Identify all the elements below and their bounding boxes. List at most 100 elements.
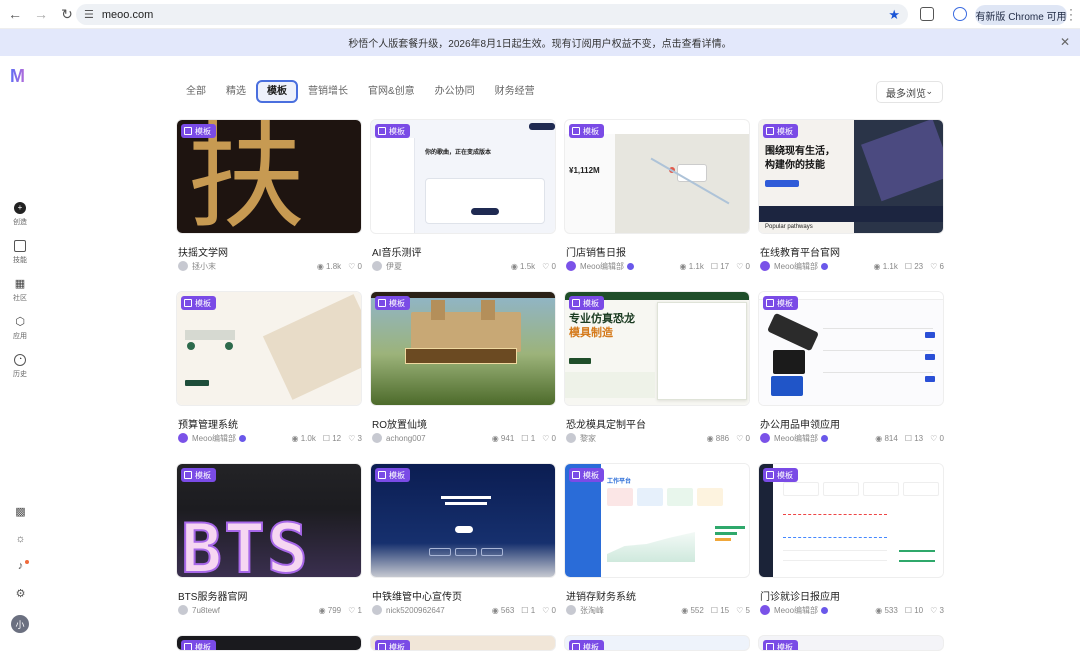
meoo-logo[interactable]: M (10, 66, 32, 86)
like-count[interactable]: ♡ 0 (348, 262, 362, 271)
card-thumbnail[interactable]: 模板 (370, 291, 556, 406)
sidebar-item-skill[interactable]: 技能 (0, 240, 40, 265)
history-icon: ◔ (14, 354, 26, 366)
view-count: ◉ 799 (318, 605, 342, 615)
tab-finance[interactable]: 财务经营 (485, 80, 545, 103)
author-name[interactable]: 7u8tewf (192, 606, 220, 615)
settings-gear-icon[interactable]: ⚙ (14, 588, 27, 601)
author-avatar[interactable] (178, 433, 188, 443)
tab-website-creative[interactable]: 官网&创意 (358, 80, 425, 103)
author-name[interactable]: Meoo编辑部 (774, 433, 818, 444)
author-name[interactable]: 黎家 (580, 433, 596, 444)
author-avatar[interactable] (760, 261, 770, 271)
sidebar-item-history[interactable]: ◔ 历史 (0, 354, 40, 379)
card-thumbnail[interactable]: 围绕现有生活， 构建你的技能 Popular pathways 模板 (758, 119, 944, 234)
author-avatar[interactable] (760, 605, 770, 615)
card-thumbnail[interactable]: 模板 (370, 463, 556, 578)
card-title[interactable]: 恐龙模具定制平台 (566, 416, 646, 431)
author-avatar[interactable] (178, 605, 188, 615)
card-thumbnail[interactable]: 模板 (564, 635, 750, 651)
site-info-icon[interactable]: ☰ (84, 8, 94, 21)
card-thumbnail[interactable]: 模板 (176, 291, 362, 406)
card-thumbnail[interactable]: 扶 模板 (176, 119, 362, 234)
author-avatar[interactable] (566, 605, 576, 615)
sidebar-item-community[interactable]: ▦ 社区 (0, 278, 40, 303)
author-name[interactable]: achong007 (386, 434, 426, 443)
author-name[interactable]: 拯小末 (192, 261, 216, 272)
forward-icon[interactable]: → (28, 1, 54, 27)
card-thumbnail[interactable]: 模板 (176, 635, 362, 651)
card-thumbnail[interactable]: 模板 (758, 291, 944, 406)
sidebar-item-apps[interactable]: ⬡ 应用 (0, 316, 40, 341)
author-name[interactable]: Meoo编辑部 (774, 605, 818, 616)
card-title[interactable]: 在线教育平台官网 (760, 244, 840, 259)
back-icon[interactable]: ← (2, 1, 28, 27)
card-meta: Meoo编辑部 ◉ 533 ☐ 10 ♡ 3 (760, 604, 944, 616)
card-title[interactable]: 门诊就诊日报应用 (760, 588, 840, 603)
announcement-banner[interactable]: 秒悟个人版套餐升级，2026年8月1日起生效。现有订阅用户权益不变，点击查看详情… (0, 29, 1080, 56)
copy-icon (572, 299, 580, 307)
card-title[interactable]: 预算管理系统 (178, 416, 238, 431)
card-thumbnail[interactable]: 工作平台 模板 (564, 463, 750, 578)
author-name[interactable]: nick5200962647 (386, 606, 445, 615)
author-avatar[interactable] (372, 261, 382, 271)
tab-office[interactable]: 办公协同 (425, 80, 485, 103)
menu-kebab-icon[interactable]: · · · (1069, 3, 1073, 25)
avatar[interactable]: 小 (11, 615, 29, 633)
bookmark-star-icon[interactable]: ★ (888, 7, 900, 23)
like-count[interactable]: ♡ 0 (930, 434, 944, 443)
card-title[interactable]: 扶摇文学网 (178, 244, 228, 259)
card-title[interactable]: 中铁维管中心宣传页 (372, 588, 462, 603)
author-avatar[interactable] (372, 433, 382, 443)
close-icon[interactable]: ✕ (1060, 35, 1070, 49)
card-title[interactable]: 进销存财务系统 (566, 588, 636, 603)
like-count[interactable]: ♡ 0 (736, 434, 750, 443)
like-count[interactable]: ♡ 1 (348, 606, 362, 615)
author-avatar[interactable] (760, 433, 770, 443)
like-count[interactable]: ♡ 5 (736, 606, 750, 615)
tab-featured[interactable]: 精选 (216, 80, 256, 103)
card-thumbnail[interactable]: 模板 (758, 635, 944, 651)
card-title[interactable]: RO放置仙境 (372, 416, 427, 431)
card-title[interactable]: 门店销售日报 (566, 244, 626, 259)
card-title[interactable]: AI音乐测评 (372, 244, 421, 259)
like-count[interactable]: ♡ 3 (930, 606, 944, 615)
chrome-update-button[interactable]: 有新版 Chrome 可用 (975, 5, 1067, 25)
extensions-icon[interactable] (920, 7, 934, 21)
card-title[interactable]: BTS服务器官网 (178, 588, 247, 603)
author-name[interactable]: 张淘峰 (580, 605, 604, 616)
copy-icon (766, 299, 774, 307)
like-count[interactable]: ♡ 0 (542, 606, 556, 615)
sidebar-item-create[interactable]: + 创造 (0, 202, 40, 227)
like-count[interactable]: ♡ 6 (930, 262, 944, 271)
like-count[interactable]: ♡ 0 (542, 262, 556, 271)
card-thumbnail[interactable]: 你的歌曲，正在变成版本 模板 (370, 119, 556, 234)
author-avatar[interactable] (372, 605, 382, 615)
banner-text[interactable]: 秒悟个人版套餐升级，2026年8月1日起生效。现有订阅用户权益不变，点击查看详情… (348, 35, 731, 50)
qrcode-icon[interactable]: ▩ (14, 506, 27, 519)
author-name[interactable]: 伊夏 (386, 261, 402, 272)
author-name[interactable]: Meoo编辑部 (774, 261, 818, 272)
copy-icon (766, 127, 774, 135)
card-thumbnail[interactable]: 专业仿真恐龙 模具制造 模板 (564, 291, 750, 406)
theme-sun-icon[interactable]: ☼ (14, 533, 27, 546)
like-count[interactable]: ♡ 0 (542, 434, 556, 443)
address-bar[interactable]: ☰ meoo.com ★ (76, 4, 908, 25)
card-thumbnail[interactable]: 模板 (758, 463, 944, 578)
profile-icon[interactable] (953, 7, 967, 21)
author-avatar[interactable] (566, 261, 576, 271)
card-thumbnail[interactable]: BTS 模板 (176, 463, 362, 578)
like-count[interactable]: ♡ 0 (736, 262, 750, 271)
author-avatar[interactable] (178, 261, 188, 271)
card-thumbnail[interactable]: ¥1,112M 模板 (564, 119, 750, 234)
author-name[interactable]: Meoo编辑部 (192, 433, 236, 444)
tab-templates[interactable]: 模板 (256, 80, 298, 103)
author-avatar[interactable] (566, 433, 576, 443)
tab-marketing[interactable]: 营销增长 (298, 80, 358, 103)
sort-dropdown[interactable]: 最多浏览 ⌄ (876, 81, 943, 103)
author-name[interactable]: Meoo编辑部 (580, 261, 624, 272)
like-count[interactable]: ♡ 3 (348, 434, 362, 443)
tab-all[interactable]: 全部 (176, 80, 216, 103)
card-thumbnail[interactable]: 模板 (370, 635, 556, 651)
card-title[interactable]: 办公用品申领应用 (760, 416, 840, 431)
